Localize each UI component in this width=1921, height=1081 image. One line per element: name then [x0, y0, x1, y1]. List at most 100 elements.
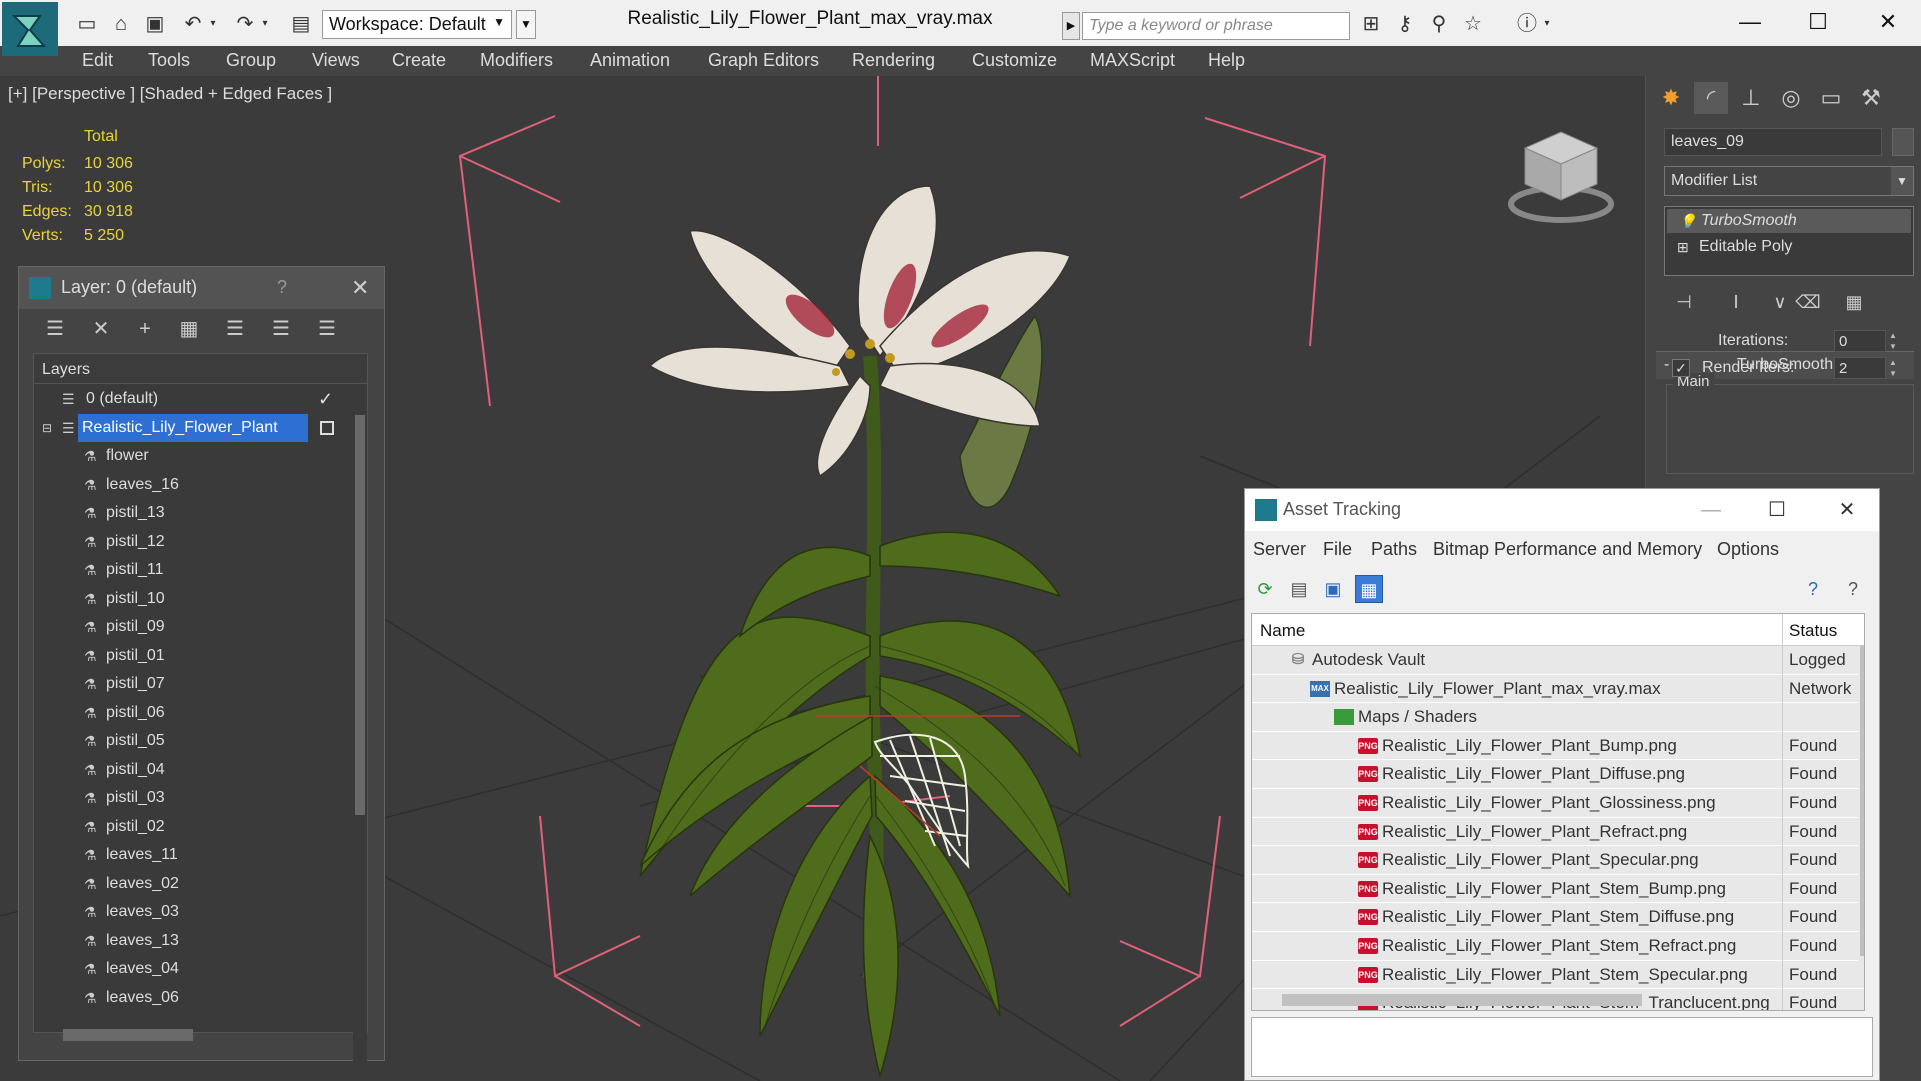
asset-row[interactable]: PNG Realistic_Lily_Flower_Plant_Stem_Spec… [1252, 960, 1864, 990]
minimize-button[interactable]: — [1720, 4, 1780, 40]
sign-in-icon[interactable]: ⚲ [1426, 11, 1452, 37]
column-name[interactable]: Name [1260, 621, 1305, 641]
object-row[interactable]: ⚗ pistil_04 [34, 756, 344, 785]
checkmark-icon[interactable]: ✓ [318, 385, 333, 413]
create-tab-icon[interactable]: ✸ [1654, 82, 1688, 114]
layer-row-lily[interactable]: ⊟ ☰ Realistic_Lily_Flower_Plant [34, 413, 344, 443]
asset-vertical-scrollbar[interactable] [1858, 646, 1864, 986]
menu-tools[interactable]: Tools [148, 50, 190, 71]
object-row[interactable]: ⚗ pistil_11 [34, 556, 344, 585]
object-name-field[interactable]: leaves_09 [1664, 128, 1882, 156]
object-row[interactable]: ⚗ leaves_13 [34, 927, 344, 956]
maximize-button[interactable]: ☐ [1788, 4, 1848, 40]
scrollbar-thumb[interactable] [1860, 646, 1864, 956]
object-row[interactable]: ⚗ pistil_01 [34, 642, 344, 671]
asset-row[interactable]: ⛁ Autodesk Vault Logged [1252, 646, 1864, 675]
pin-stack-icon[interactable]: ⊣ [1670, 288, 1698, 316]
new-layer-icon[interactable]: ☰ [41, 315, 69, 343]
make-unique-icon[interactable]: ∨ [1766, 288, 1794, 316]
save-icon[interactable]: ▣ [142, 11, 168, 37]
layer-dialog-titlebar[interactable]: Layer: 0 (default) ? ✕ [19, 267, 384, 309]
menu-server[interactable]: Server [1253, 539, 1306, 560]
column-status[interactable]: Status [1789, 621, 1837, 641]
scrollbar-thumb[interactable] [355, 415, 365, 815]
asset-dialog-titlebar[interactable]: Asset Tracking — ☐ ✕ [1245, 489, 1879, 531]
layer-horizontal-scrollbar[interactable] [63, 1029, 193, 1041]
redo-dropdown-icon[interactable]: ▾ [258, 11, 272, 37]
project-icon[interactable]: ▤ [288, 11, 314, 37]
open-folder-icon[interactable]: ⌂ [108, 11, 134, 37]
menu-options[interactable]: Options [1717, 539, 1779, 560]
binoculars-icon[interactable]: ⊞ [1358, 11, 1384, 37]
spinner-arrows-icon[interactable]: ▲ ▼ [1886, 330, 1900, 352]
menu-maxscript[interactable]: MAXScript [1090, 50, 1175, 71]
hierarchy-tab-icon[interactable]: ⊥ [1734, 82, 1768, 114]
motion-tab-icon[interactable]: ◎ [1774, 82, 1808, 114]
app-logo[interactable] [2, 2, 58, 56]
render-iters-spinner[interactable]: 2 [1834, 357, 1886, 379]
menu-paths[interactable]: Paths [1371, 539, 1417, 560]
object-row[interactable]: ⚗ pistil_09 [34, 613, 344, 642]
context-help-icon[interactable]: ? [1839, 575, 1867, 603]
asset-horizontal-scrollbar[interactable] [1282, 994, 1642, 1006]
viewcube[interactable] [1505, 126, 1615, 226]
viewport-label[interactable]: [+] [Perspective ] [Shaded + Edged Faces… [8, 84, 332, 104]
object-row[interactable]: ⚗ pistil_03 [34, 784, 344, 813]
asset-row[interactable]: PNG Realistic_Lily_Flower_Plant_Specular.… [1252, 846, 1864, 875]
menu-help[interactable]: Help [1208, 50, 1245, 71]
add-icon[interactable]: + [131, 315, 159, 343]
object-row[interactable]: ⚗ leaves_02 [34, 870, 344, 899]
object-row[interactable]: ⚗ leaves_16 [34, 471, 344, 500]
star-icon[interactable]: ☆ [1460, 11, 1486, 37]
new-file-icon[interactable]: ▭ [74, 11, 100, 37]
collapse-icon[interactable]: ⊟ [42, 420, 60, 436]
object-row[interactable]: ⚗ leaves_06 [34, 984, 344, 1013]
object-row[interactable]: ⚗ pistil_02 [34, 813, 344, 842]
workspace-menu-arrow[interactable]: ▼ [516, 10, 536, 39]
asset-row[interactable]: PNG Realistic_Lily_Flower_Plant_Stem_Bump… [1252, 874, 1864, 904]
object-row[interactable]: ⚗ flower [34, 442, 344, 471]
object-row[interactable]: ⚗ pistil_13 [34, 499, 344, 528]
close-icon[interactable]: ✕ [351, 275, 369, 301]
workspace-dropdown[interactable]: Workspace: Default ▼ [322, 10, 512, 39]
asset-row[interactable]: Maps / Shaders [1252, 703, 1864, 732]
asset-row[interactable]: PNG Realistic_Lily_Flower_Plant_Refract.p… [1252, 817, 1864, 847]
render-iters-checkbox[interactable]: ✓ [1672, 359, 1690, 377]
close-button[interactable]: ✕ [1858, 4, 1918, 40]
maximize-button[interactable]: ☐ [1753, 495, 1801, 525]
stack-item-editable-poly[interactable]: ⊞ Editable Poly [1665, 235, 1913, 259]
undo-icon[interactable]: ↶ [180, 11, 206, 37]
help-button[interactable]: ? [277, 277, 287, 298]
modifier-list-dropdown[interactable]: Modifier List ▼ [1664, 166, 1914, 196]
remove-modifier-icon[interactable]: ⌫ [1794, 288, 1822, 316]
select-layer-icon[interactable]: ▦ [175, 315, 203, 343]
help-icon[interactable]: ⓘ [1514, 11, 1540, 37]
spinner-arrows-icon[interactable]: ▲ ▼ [1886, 357, 1900, 379]
key-icon[interactable]: ⚷ [1392, 11, 1418, 37]
asset-row[interactable]: PNG Realistic_Lily_Flower_Plant_Stem_Diff… [1252, 903, 1864, 932]
menu-customize[interactable]: Customize [972, 50, 1057, 71]
menu-create[interactable]: Create [392, 50, 446, 71]
display-tab-icon[interactable]: ▭ [1814, 82, 1848, 114]
object-row[interactable]: ⚗ leaves_03 [34, 898, 344, 927]
menu-modifiers[interactable]: Modifiers [480, 50, 553, 71]
stack-item-turbosmooth[interactable]: 💡 TurboSmooth [1667, 209, 1911, 233]
show-end-result-icon[interactable]: Ⅰ [1722, 288, 1750, 316]
thumbnail-view-icon[interactable]: ▣ [1319, 575, 1347, 603]
redo-icon[interactable]: ↷ [232, 11, 258, 37]
asset-row[interactable]: PNG Realistic_Lily_Flower_Plant_Glossines… [1252, 788, 1864, 818]
asset-row[interactable]: PNG Realistic_Lily_Flower_Plant_Stem_Refr… [1252, 931, 1864, 961]
object-color-swatch[interactable] [1892, 128, 1914, 156]
table-view-icon[interactable]: ▦ [1355, 575, 1383, 603]
layer-list-header[interactable]: Layers [34, 354, 367, 384]
configure-sets-icon[interactable]: ▦ [1840, 288, 1868, 316]
close-button[interactable]: ✕ [1823, 495, 1871, 525]
object-row[interactable]: ⚗ leaves_04 [34, 955, 344, 984]
object-row[interactable]: ⚗ pistil_10 [34, 585, 344, 614]
help-icon[interactable]: ? [1799, 575, 1827, 603]
select-objects-icon[interactable]: ☰ [221, 315, 249, 343]
help-dropdown-icon[interactable]: ▾ [1540, 11, 1554, 37]
freeze-layers-icon[interactable]: ☰ [313, 315, 341, 343]
object-row[interactable]: ⚗ leaves_11 [34, 841, 344, 870]
object-row[interactable]: ⚗ pistil_05 [34, 727, 344, 756]
